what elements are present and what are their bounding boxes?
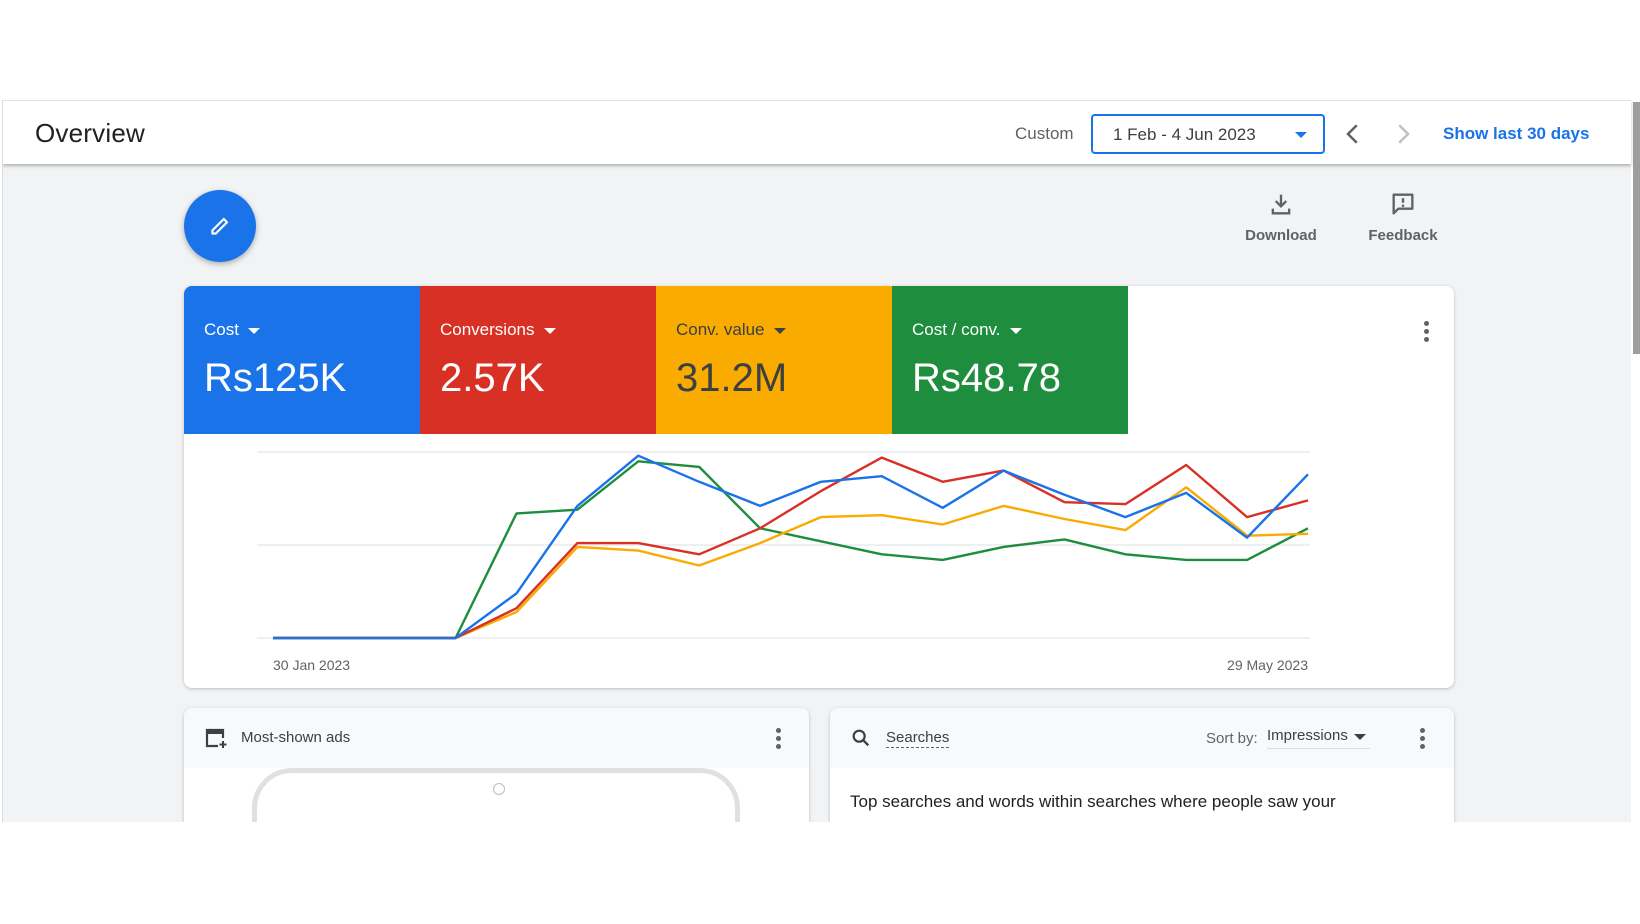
series-line-conversions [273,456,1309,640]
next-period-button[interactable] [1388,119,1418,149]
ad-preview-phone [252,768,740,822]
download-button[interactable]: Download [1236,190,1326,244]
x-tick-label: 29 May 2023 [1227,657,1308,673]
previous-period-button[interactable] [1338,119,1368,149]
app-frame: Overview Custom 1 Feb - 4 Jun 2023 Show … [2,100,1640,822]
caret-down-icon [1353,734,1366,740]
chevron-right-icon [1398,124,1410,144]
phone-camera-icon [493,783,505,795]
caret-down-icon [1295,132,1307,138]
edit-button[interactable] [184,190,256,262]
card-title: Most-shown ads [241,729,351,746]
metric-name: Cost [204,320,239,339]
caret-down-icon [543,327,556,334]
metric-tile-cost-per-conv[interactable]: Cost / conv. Rs48.78 [892,286,1128,434]
more-options-icon[interactable] [1414,316,1438,346]
sort-by-label: Sort by: [1206,730,1258,747]
metric-value: 31.2M [676,356,788,400]
metric-tile-conv-value[interactable]: Conv. value 31.2M [656,286,892,434]
card-header: Most-shown ads [184,708,809,768]
sort-by-select[interactable]: Impressions [1267,727,1370,749]
download-icon [1271,194,1291,215]
metric-value: Rs125K [204,356,347,400]
show-last-30-days-link[interactable]: Show last 30 days [1443,124,1589,144]
sort-by-value: Impressions [1267,727,1348,744]
date-range-picker[interactable]: 1 Feb - 4 Jun 2023 [1091,114,1325,154]
line-chart: 30 Jan 2023 29 May 2023 [257,451,1310,673]
pencil-icon [211,217,229,235]
card-header: Searches Sort by: Impressions [830,708,1454,768]
more-options-icon[interactable] [766,723,790,753]
download-label: Download [1245,227,1317,244]
caret-down-icon [1009,327,1022,334]
searches-description: Top searches and words within searches w… [850,792,1336,811]
metric-value: Rs48.78 [912,356,1061,400]
chevron-left-icon [1346,124,1358,144]
page-title: Overview [35,118,145,148]
feedback-button[interactable]: Feedback [1358,190,1448,244]
card-title[interactable]: Searches [886,729,950,748]
metric-name: Conversions [440,320,535,339]
search-icon [852,729,870,747]
date-range-value: 1 Feb - 4 Jun 2023 [1113,125,1256,144]
series-line-cost [273,454,1309,640]
performance-chart-card: Cost Rs125K Conversions 2.57K Conv. valu… [184,286,1454,688]
date-mode-label: Custom [1015,124,1074,143]
metric-name: Conv. value [676,320,765,339]
top-bar: Overview Custom 1 Feb - 4 Jun 2023 Show … [3,100,1631,164]
scrollbar-thumb[interactable] [1633,102,1640,354]
feedback-icon [1392,193,1414,215]
more-options-icon[interactable] [1410,723,1434,753]
searches-card: Searches Sort by: Impressions Top search… [830,708,1454,822]
metric-value: 2.57K [440,356,545,400]
caret-down-icon [247,327,260,334]
metric-tile-conversions[interactable]: Conversions 2.57K [420,286,656,434]
metric-tile-cost[interactable]: Cost Rs125K [184,286,420,434]
most-shown-ads-card: Most-shown ads [184,708,809,822]
feedback-label: Feedback [1368,227,1438,244]
caret-down-icon [773,327,786,334]
x-tick-label: 30 Jan 2023 [273,657,350,673]
ad-add-icon [205,728,227,748]
metric-name: Cost / conv. [912,320,1001,339]
